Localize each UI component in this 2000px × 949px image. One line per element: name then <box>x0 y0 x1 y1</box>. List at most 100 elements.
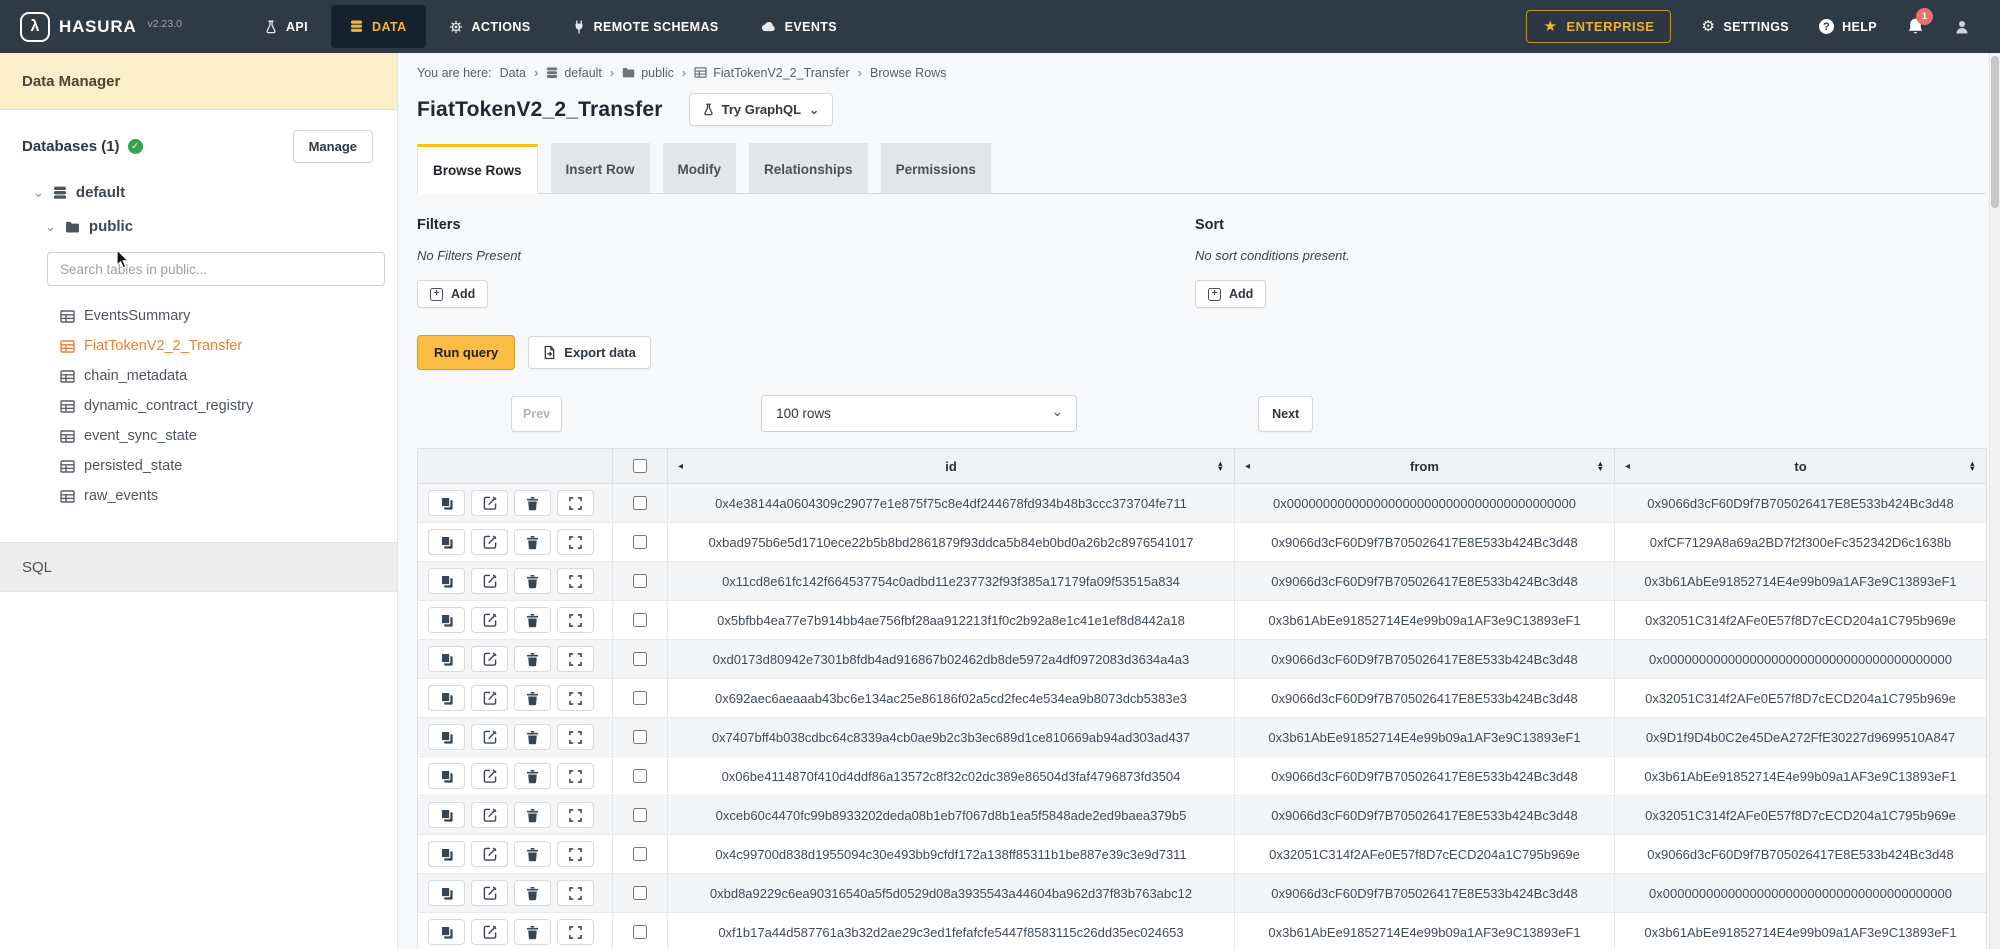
hasura-logo[interactable]: λ HASURA v2.23.0 <box>0 12 182 42</box>
delete-row-button[interactable] <box>514 490 551 516</box>
run-query-button[interactable]: Run query <box>417 335 515 370</box>
chevron-down-icon[interactable]: ⌄ <box>45 223 56 231</box>
delete-row-button[interactable] <box>514 724 551 750</box>
search-tables-input[interactable] <box>47 252 385 286</box>
expand-row-button[interactable] <box>557 568 594 594</box>
try-graphql-button[interactable]: Try GraphQL ⌄ <box>689 93 834 126</box>
breadcrumb-item-default[interactable]: default <box>546 66 602 80</box>
expand-row-button[interactable] <box>557 685 594 711</box>
delete-row-button[interactable] <box>514 880 551 906</box>
table-list-item[interactable]: chain_metadata <box>60 361 373 391</box>
expand-row-button[interactable] <box>557 490 594 516</box>
table-list-item[interactable]: FiatTokenV2_2_Transfer <box>60 331 373 361</box>
delete-row-button[interactable] <box>514 763 551 789</box>
clone-row-button[interactable] <box>428 919 465 945</box>
add-sort-button[interactable]: + Add <box>1195 280 1266 308</box>
export-data-button[interactable]: Export data <box>528 336 651 369</box>
header-column-id[interactable]: ◂ id ▲▼ <box>668 449 1235 483</box>
edit-row-button[interactable] <box>471 919 508 945</box>
table-list-item[interactable]: EventsSummary <box>60 301 373 331</box>
nav-item-events[interactable]: EVENTS <box>742 5 856 48</box>
add-filter-button[interactable]: + Add <box>417 280 488 308</box>
row-checkbox[interactable] <box>633 496 647 510</box>
breadcrumb-item-data[interactable]: Data <box>500 66 526 80</box>
edit-row-button[interactable] <box>471 607 508 633</box>
clone-row-button[interactable] <box>428 724 465 750</box>
settings-button[interactable]: ⚙ SETTINGS <box>1701 19 1789 34</box>
row-checkbox[interactable] <box>633 730 647 744</box>
tree-node-schema-public[interactable]: ⌄ public <box>45 218 373 235</box>
expand-row-button[interactable] <box>557 646 594 672</box>
enterprise-button[interactable]: ★ ENTERPRISE <box>1526 10 1671 43</box>
notifications-button[interactable]: 1 <box>1907 17 1924 36</box>
edit-row-button[interactable] <box>471 763 508 789</box>
breadcrumb-item-table[interactable]: FiatTokenV2_2_Transfer <box>694 66 849 80</box>
clone-row-button[interactable] <box>428 607 465 633</box>
tab[interactable]: Modify <box>663 143 737 193</box>
clone-row-button[interactable] <box>428 802 465 828</box>
edit-row-button[interactable] <box>471 490 508 516</box>
delete-row-button[interactable] <box>514 646 551 672</box>
scrollbar-thumb[interactable] <box>1991 56 1999 208</box>
prev-page-button[interactable]: Prev <box>511 396 562 432</box>
header-column-to[interactable]: ◂ to ▲▼ <box>1615 449 1986 483</box>
expand-row-button[interactable] <box>557 880 594 906</box>
edit-row-button[interactable] <box>471 568 508 594</box>
delete-row-button[interactable] <box>514 529 551 555</box>
table-list-item[interactable]: dynamic_contract_registry <box>60 391 373 421</box>
edit-row-button[interactable] <box>471 802 508 828</box>
vertical-scrollbar[interactable] <box>1989 53 2000 949</box>
delete-row-button[interactable] <box>514 685 551 711</box>
edit-row-button[interactable] <box>471 685 508 711</box>
row-checkbox[interactable] <box>633 652 647 666</box>
expand-row-button[interactable] <box>557 529 594 555</box>
clone-row-button[interactable] <box>428 880 465 906</box>
sort-toggle-icon[interactable]: ▲▼ <box>1969 461 1976 472</box>
edit-row-button[interactable] <box>471 841 508 867</box>
nav-item-api[interactable]: API <box>246 5 327 48</box>
user-menu-button[interactable] <box>1954 19 1970 35</box>
clone-row-button[interactable] <box>428 841 465 867</box>
sort-toggle-icon[interactable]: ▲▼ <box>1217 461 1224 472</box>
next-page-button[interactable]: Next <box>1258 396 1313 432</box>
collapse-column-icon[interactable]: ◂ <box>678 461 683 472</box>
row-checkbox[interactable] <box>633 808 647 822</box>
manage-button[interactable]: Manage <box>293 130 373 163</box>
clone-row-button[interactable] <box>428 529 465 555</box>
table-list-item[interactable]: event_sync_state <box>60 421 373 451</box>
clone-row-button[interactable] <box>428 490 465 516</box>
help-button[interactable]: ? HELP <box>1819 19 1877 34</box>
breadcrumb-item-public[interactable]: public <box>622 66 674 80</box>
row-checkbox[interactable] <box>633 691 647 705</box>
clone-row-button[interactable] <box>428 763 465 789</box>
breadcrumb-item-browse-rows[interactable]: Browse Rows <box>870 66 946 80</box>
collapse-column-icon[interactable]: ◂ <box>1625 461 1630 472</box>
expand-row-button[interactable] <box>557 841 594 867</box>
expand-row-button[interactable] <box>557 763 594 789</box>
delete-row-button[interactable] <box>514 841 551 867</box>
row-checkbox[interactable] <box>633 886 647 900</box>
header-column-from[interactable]: ◂ from ▲▼ <box>1235 449 1615 483</box>
expand-row-button[interactable] <box>557 802 594 828</box>
nav-item-data[interactable]: DATA <box>331 5 425 48</box>
tab[interactable]: Relationships <box>749 143 868 193</box>
delete-row-button[interactable] <box>514 919 551 945</box>
tab[interactable]: Permissions <box>881 143 991 193</box>
expand-row-button[interactable] <box>557 724 594 750</box>
clone-row-button[interactable] <box>428 646 465 672</box>
sidebar-section-sql[interactable]: SQL <box>0 542 397 592</box>
row-checkbox[interactable] <box>633 847 647 861</box>
tab[interactable]: Insert Row <box>551 143 650 193</box>
rows-per-page-select[interactable]: 100 rows <box>761 395 1077 432</box>
edit-row-button[interactable] <box>471 646 508 672</box>
nav-item-remote-schemas[interactable]: REMOTE SCHEMAS <box>554 5 738 48</box>
edit-row-button[interactable] <box>471 529 508 555</box>
row-checkbox[interactable] <box>633 613 647 627</box>
tree-node-database-default[interactable]: ⌄ default <box>33 184 373 201</box>
row-checkbox[interactable] <box>633 535 647 549</box>
table-list-item[interactable]: persisted_state <box>60 451 373 481</box>
edit-row-button[interactable] <box>471 880 508 906</box>
delete-row-button[interactable] <box>514 568 551 594</box>
clone-row-button[interactable] <box>428 685 465 711</box>
expand-row-button[interactable] <box>557 607 594 633</box>
